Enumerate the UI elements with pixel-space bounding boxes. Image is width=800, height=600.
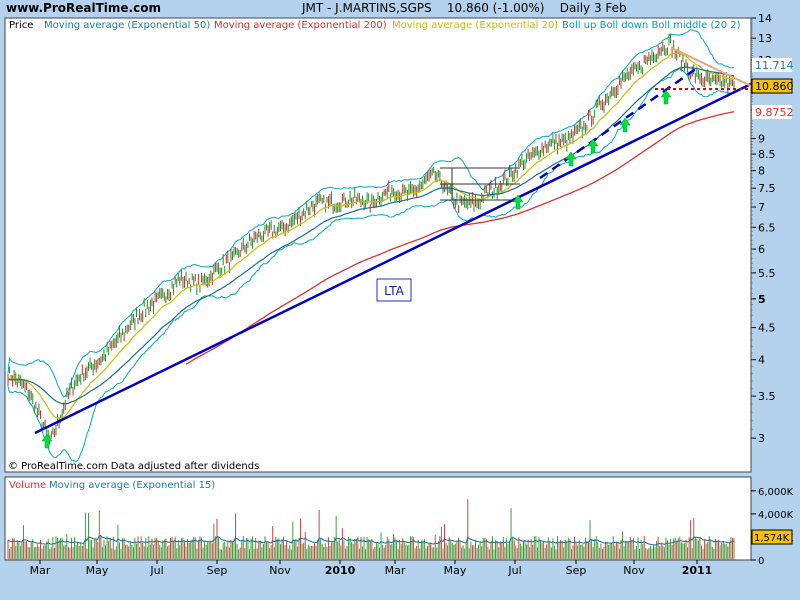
y-tick-label: 5.5 [758,267,776,280]
y-tick-label: 6.5 [758,221,776,234]
y-tick-label: 7.5 [758,182,776,195]
x-tick-label: Jul [507,564,521,577]
x-tick-label: Mar [30,564,51,577]
y-tick-label: 8 [758,165,765,178]
price-label: Price [9,20,33,31]
x-tick-label: Jul [149,564,163,577]
price-badge-label: 11.714 [755,59,794,72]
x-tick-label: May [86,564,109,577]
y-tick-label: 14 [758,12,772,25]
x-tick-label: May [444,564,467,577]
x-tick-label: Mar [385,564,406,577]
price-badge-label: 9.8752 [755,106,794,119]
volume-y-tick-label: 6,000K [758,487,794,498]
volume-y-tick-label: 4,000K [758,510,794,521]
price-legend-item: Boll up Boll down Boll middle (20 2) [562,20,741,31]
y-tick-label: 4 [758,354,765,367]
x-tick-label: Nov [623,564,645,577]
x-tick-label: 2011 [682,564,713,577]
volume-badge-label: 1,574K [754,533,790,544]
price-panel [4,17,752,473]
y-tick-label: 7 [758,201,765,214]
y-tick-label: 9 [758,133,765,146]
x-tick-label: Nov [269,564,291,577]
y-tick-label: 3.5 [758,390,776,403]
price-badge-label: 10.860 [755,80,794,93]
x-tick-label: Sep [566,564,587,577]
volume-legend-item: Volume [9,480,46,491]
volume-legend-item: Moving average (Exponential 15) [49,480,215,491]
y-tick-label: 13 [758,32,772,45]
y-tick-label: 4.5 [758,322,776,335]
price-legend-item: Moving average (Exponential 200) [214,20,387,31]
x-tick-label: 2010 [325,564,356,577]
y-tick-label: 3 [758,432,765,445]
data-note: © ProRealTime.com Data adjusted after di… [8,461,259,472]
y-tick-label: 6 [758,243,765,256]
price-legend-item: Moving average (Exponential 50) [44,20,210,31]
chart-canvas: 141312111098.587.576.565.554.543.53MarMa… [4,12,794,577]
x-tick-label: Sep [207,564,228,577]
lta-label: LTA [384,284,404,298]
y-tick-label: 5 [758,293,766,306]
price-legend-item: Moving average (Exponential 20) [392,20,558,31]
volume-y-tick-label: 0 [758,556,764,567]
y-tick-label: 8.5 [758,148,776,161]
